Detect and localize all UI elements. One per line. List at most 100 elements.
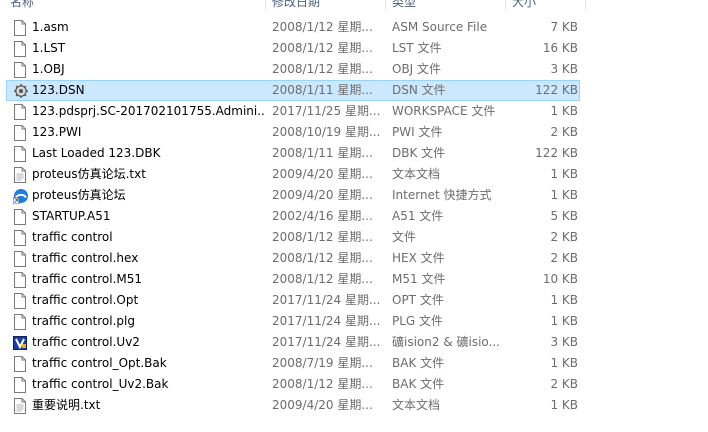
- file-modified-date: 2009/4/20 星期...: [272, 167, 373, 181]
- file-size: 2 KB: [550, 377, 578, 391]
- file-size: 3 KB: [550, 62, 578, 76]
- file-type: 文本文档: [392, 167, 441, 181]
- file-modified-date: 2002/4/16 星期...: [272, 209, 373, 223]
- document-icon: [13, 230, 27, 246]
- file-row[interactable]: traffic control.M51 2008/1/12 星期... M51 文件…: [6, 269, 580, 290]
- file-type: A51 文件: [392, 209, 444, 223]
- file-row-selected[interactable]: 123.DSN 2008/1/11 星期... DSN 文件 122 KB: [6, 80, 580, 101]
- file-type: ASM Source File: [392, 20, 488, 34]
- column-divider[interactable]: [385, 0, 386, 10]
- file-modified-date: 2008/1/12 星期...: [272, 230, 373, 244]
- file-size: 16 KB: [542, 41, 578, 55]
- file-row[interactable]: 123.pdsprj.SC-201702101755.Admini... 2017…: [6, 101, 580, 122]
- file-row[interactable]: 123.PWI 2008/10/19 星期... PWI 文件 2 KB: [6, 122, 580, 143]
- file-size: 1 KB: [550, 188, 578, 202]
- document-icon: [13, 125, 27, 141]
- file-row[interactable]: traffic control 2008/1/12 星期... 文件 2 KB: [6, 227, 580, 248]
- file-name: 1.OBJ: [32, 62, 65, 76]
- file-modified-date: 2008/1/11 星期...: [272, 83, 373, 97]
- document-icon: [13, 251, 27, 267]
- file-type: M51 文件: [392, 272, 446, 286]
- file-row[interactable]: 1.asm 2008/1/12 星期... ASM Source File 7 KB: [6, 17, 580, 38]
- document-icon: [13, 146, 27, 162]
- file-row[interactable]: 1.OBJ 2008/1/12 星期... OBJ 文件 3 KB: [6, 59, 580, 80]
- file-modified-date: 2008/1/12 星期...: [272, 41, 373, 55]
- file-row[interactable]: STARTUP.A51 2002/4/16 星期... A51 文件 5 KB: [6, 206, 580, 227]
- file-type: OBJ 文件: [392, 62, 442, 76]
- document-icon: [13, 209, 27, 225]
- file-row[interactable]: traffic control.hex 2008/1/12 星期... HEX 文件…: [6, 248, 580, 269]
- file-row[interactable]: proteus仿真论坛 2009/4/20 星期... Internet 快捷方式 1…: [6, 185, 580, 206]
- internet-shortcut-icon: [13, 188, 28, 204]
- file-modified-date: 2017/11/24 星期...: [272, 335, 381, 349]
- document-icon: [13, 62, 27, 78]
- uvision-project-icon: [13, 335, 27, 351]
- file-modified-date: 2009/4/20 星期...: [272, 188, 373, 202]
- column-header-date[interactable]: 修改日期: [272, 0, 320, 10]
- file-name: traffic control.M51: [32, 272, 143, 286]
- file-type: Internet 快捷方式: [392, 188, 492, 202]
- document-icon: [13, 272, 27, 288]
- file-type: 礦ision2 & 礦isio...: [392, 335, 500, 349]
- file-row[interactable]: traffic control_Uv2.Bak 2008/1/12 星期... BA…: [6, 374, 580, 395]
- file-size: 3 KB: [550, 335, 578, 349]
- file-size: 10 KB: [542, 272, 578, 286]
- file-size: 2 KB: [550, 251, 578, 265]
- file-name: traffic control.hex: [32, 251, 139, 265]
- file-modified-date: 2017/11/25 星期...: [272, 104, 381, 118]
- file-row[interactable]: 1.LST 2008/1/12 星期... LST 文件 16 KB: [6, 38, 580, 59]
- file-modified-date: 2008/7/19 星期...: [272, 356, 373, 370]
- file-name: traffic control: [32, 230, 113, 244]
- file-name: proteus仿真论坛: [32, 188, 126, 202]
- file-row[interactable]: traffic control.Uv2 2017/11/24 星期... 礦isio…: [6, 332, 580, 353]
- document-icon: [13, 356, 27, 372]
- file-size: 7 KB: [550, 20, 578, 34]
- file-name: 123.pdsprj.SC-201702101755.Admini...: [32, 104, 264, 118]
- file-name: traffic control_Opt.Bak: [32, 356, 167, 370]
- column-header-type[interactable]: 类型: [392, 0, 416, 10]
- file-row[interactable]: traffic control.Opt 2017/11/24 星期... OPT 文…: [6, 290, 580, 311]
- file-type: DSN 文件: [392, 83, 446, 97]
- column-divider[interactable]: [265, 0, 266, 10]
- file-modified-date: 2008/10/19 星期...: [272, 125, 381, 139]
- file-size: 122 KB: [535, 146, 578, 160]
- file-name: traffic control_Uv2.Bak: [32, 377, 169, 391]
- file-type: BAK 文件: [392, 377, 445, 391]
- file-modified-date: 2008/1/12 星期...: [272, 251, 373, 265]
- document-icon: [13, 293, 27, 309]
- document-icon: [13, 20, 27, 36]
- file-type: WORKSPACE 文件: [392, 104, 496, 118]
- file-modified-date: 2008/1/12 星期...: [272, 377, 373, 391]
- column-header-name[interactable]: 名称: [10, 0, 34, 10]
- column-header-bar: 名称 修改日期 类型 大小: [0, 0, 708, 10]
- text-document-icon: [13, 167, 27, 183]
- file-size: 2 KB: [550, 230, 578, 244]
- file-name: proteus仿真论坛.txt: [32, 167, 146, 181]
- column-header-size[interactable]: 大小: [512, 0, 536, 10]
- file-name: Last Loaded 123.DBK: [32, 146, 161, 160]
- file-size: 2 KB: [550, 125, 578, 139]
- file-row[interactable]: Last Loaded 123.DBK 2008/1/11 星期... DBK 文件…: [6, 143, 580, 164]
- file-name: traffic control.Uv2: [32, 335, 140, 349]
- column-divider[interactable]: [585, 0, 586, 10]
- file-modified-date: 2017/11/24 星期...: [272, 293, 381, 307]
- file-row[interactable]: traffic control.plg 2017/11/24 星期... PLG 文…: [6, 311, 580, 332]
- file-size: 1 KB: [550, 398, 578, 412]
- file-size: 1 KB: [550, 293, 578, 307]
- file-modified-date: 2008/1/12 星期...: [272, 62, 373, 76]
- file-type: 文件: [392, 230, 417, 244]
- document-icon: [13, 41, 27, 57]
- file-row[interactable]: 重要说明.txt 2009/4/20 星期... 文本文档 1 KB: [6, 395, 580, 416]
- file-modified-date: 2008/1/12 星期...: [272, 20, 373, 34]
- column-divider[interactable]: [505, 0, 506, 10]
- file-type: LST 文件: [392, 41, 442, 55]
- file-size: 1 KB: [550, 104, 578, 118]
- file-name: 1.LST: [32, 41, 66, 55]
- proteus-design-icon: [13, 83, 28, 99]
- file-modified-date: 2008/1/11 星期...: [272, 146, 373, 160]
- document-icon: [13, 377, 27, 393]
- file-row[interactable]: traffic control_Opt.Bak 2008/7/19 星期... BA…: [6, 353, 580, 374]
- file-modified-date: 2009/4/20 星期...: [272, 398, 373, 412]
- file-row[interactable]: proteus仿真论坛.txt 2009/4/20 星期... 文本文档 1 KB: [6, 164, 580, 185]
- text-document-icon: [13, 398, 27, 414]
